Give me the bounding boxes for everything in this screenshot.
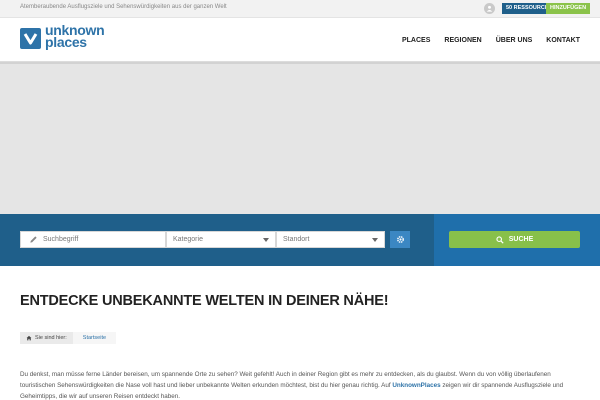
site-header: unknown places PLACES REGIONEN ÜBER UNS … [0,18,600,62]
chevron-down-icon [263,238,269,242]
nav-item-ueber-uns[interactable]: ÜBER UNS [496,37,533,44]
search-band: Suchbegriff Kategorie Standort SUCHE [0,214,600,266]
keyword-search-input[interactable]: Suchbegriff [20,231,166,248]
breadcrumb-prefix: Sie sind hier: [20,332,73,344]
brand-link[interactable]: UnknownPlaces [392,382,440,389]
breadcrumb-prefix-label: Sie sind hier: [35,335,67,341]
advanced-search-button[interactable] [390,231,410,248]
home-icon [26,335,32,341]
nav-item-regionen[interactable]: REGIONEN [444,37,481,44]
main-nav: PLACES REGIONEN ÜBER UNS KONTAKT [388,18,580,62]
keyword-placeholder: Suchbegriff [43,236,79,243]
chevron-down-icon [372,238,378,242]
nav-item-places[interactable]: PLACES [402,37,430,44]
breadcrumb-current[interactable]: Startseite [72,332,117,344]
page-title: ENTDECKE UNBEKANNTE WELTEN IN DEINER NÄH… [20,293,389,309]
hero-map-area[interactable] [0,62,600,214]
location-selected-value: Standort [283,236,310,243]
add-button[interactable]: HINZUFÜGEN [546,3,591,14]
location-select[interactable]: Standort [276,231,385,248]
gear-icon [396,236,404,243]
search-submit-button[interactable]: SUCHE [449,231,580,248]
category-selected-value: Kategorie [173,236,203,243]
logo-wordmark[interactable]: unknown places [45,23,105,49]
nav-item-kontakt[interactable]: KONTAKT [546,37,580,44]
category-select[interactable]: Kategorie [166,231,276,248]
user-icon[interactable] [484,3,495,14]
site-tagline: Atemberaubende Ausflugsziele und Sehensw… [20,4,227,10]
top-strip: Atemberaubende Ausflugsziele und Sehensw… [0,0,600,18]
logo-icon[interactable] [20,28,41,49]
search-submit-label: SUCHE [508,236,534,243]
breadcrumb: Sie sind hier: Startseite [20,332,117,344]
pencil-icon [30,236,37,243]
intro-text: Du denkst, man müsse ferne Länder bereis… [20,369,585,400]
search-icon [496,235,504,244]
